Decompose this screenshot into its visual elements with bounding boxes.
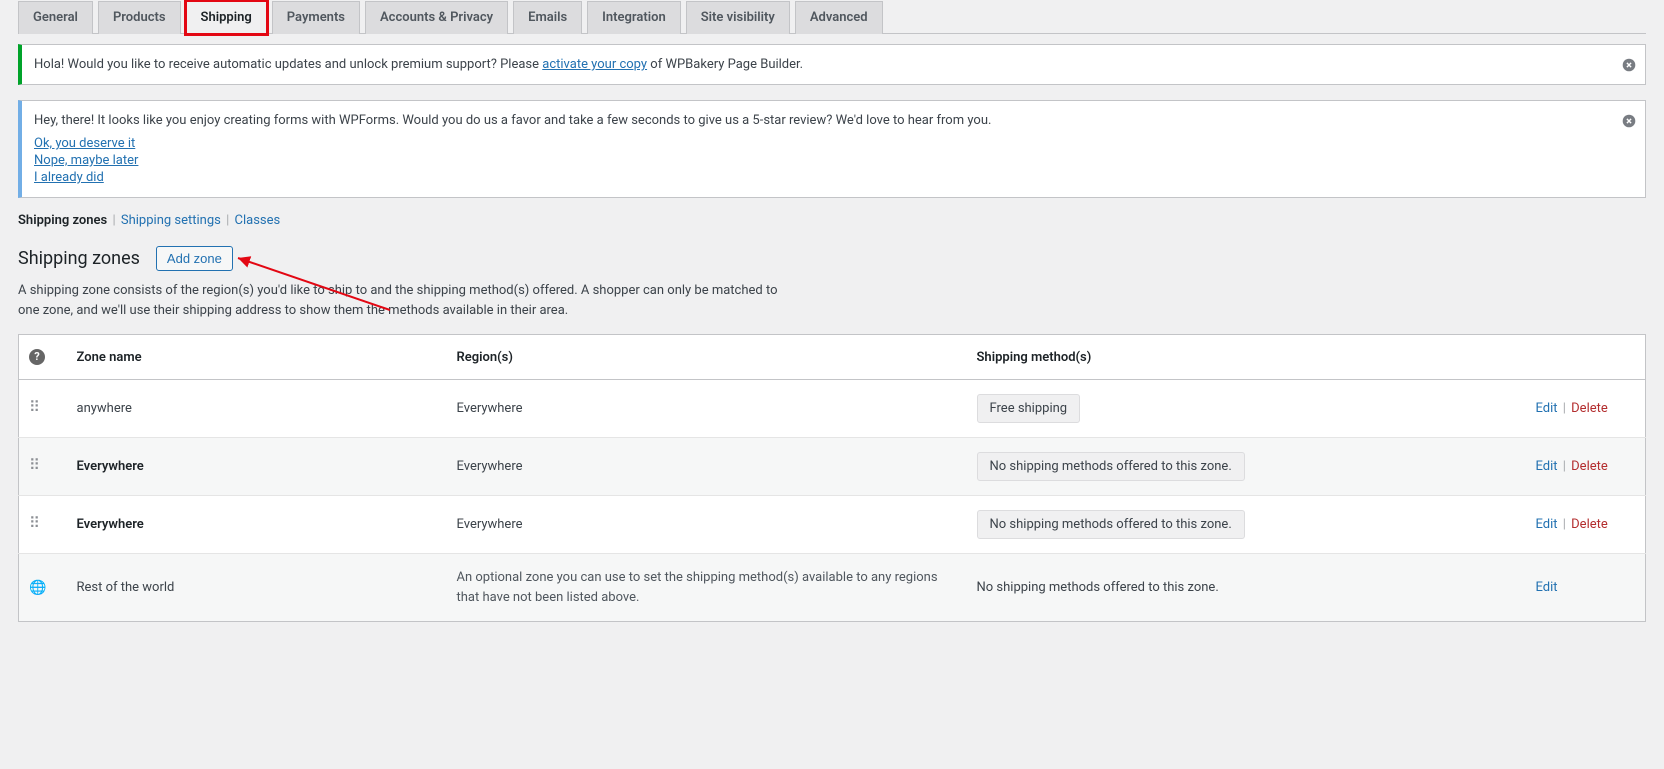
tab-accounts-privacy[interactable]: Accounts & Privacy	[365, 1, 508, 34]
delete-link[interactable]: Delete	[1571, 517, 1608, 532]
tab-integration[interactable]: Integration	[587, 1, 681, 34]
edit-link[interactable]: Edit	[1536, 459, 1558, 474]
sub-nav: Shipping zones | Shipping settings | Cla…	[18, 213, 1646, 228]
zone-name[interactable]: Everywhere	[77, 459, 144, 474]
zone-region: Everywhere	[447, 438, 967, 496]
zone-method: No shipping methods offered to this zone…	[967, 438, 1526, 496]
tab-payments[interactable]: Payments	[272, 1, 360, 34]
add-zone-button[interactable]: Add zone	[156, 246, 233, 271]
page-description: A shipping zone consists of the region(s…	[18, 281, 778, 320]
edit-link[interactable]: Edit	[1536, 580, 1558, 595]
subnav-settings[interactable]: Shipping settings	[121, 213, 221, 228]
tab-products[interactable]: Products	[98, 1, 181, 34]
settings-tabs: GeneralProductsShippingPaymentsAccounts …	[18, 0, 1646, 34]
page-title: Shipping zones	[18, 248, 140, 269]
zone-name[interactable]: anywhere	[77, 401, 132, 416]
table-row-rest: 🌐 Rest of the worldAn optional zone you c…	[19, 554, 1646, 622]
zone-name[interactable]: Rest of the world	[67, 554, 447, 622]
help-icon[interactable]: ?	[29, 349, 45, 365]
zone-region: Everywhere	[447, 380, 967, 438]
zone-method: No shipping methods offered to this zone…	[967, 554, 1526, 622]
col-zone-name: Zone name	[67, 335, 447, 380]
tab-general[interactable]: General	[18, 1, 93, 34]
zone-method: Free shipping	[967, 380, 1526, 438]
activate-link[interactable]: activate your copy	[542, 57, 647, 72]
tab-emails[interactable]: Emails	[513, 1, 582, 34]
subnav-classes[interactable]: Classes	[235, 213, 281, 228]
drag-handle-icon[interactable]: ⠿	[29, 519, 42, 528]
delete-link[interactable]: Delete	[1571, 459, 1608, 474]
zone-region: Everywhere	[447, 496, 967, 554]
subnav-zones[interactable]: Shipping zones	[18, 213, 107, 228]
review-link[interactable]: Nope, maybe later	[34, 153, 138, 168]
col-region: Region(s)	[447, 335, 967, 380]
close-icon[interactable]	[1619, 111, 1639, 131]
tab-shipping[interactable]: Shipping	[186, 1, 267, 34]
edit-link[interactable]: Edit	[1536, 401, 1558, 416]
notice-text: Hola! Would you like to receive automati…	[34, 57, 803, 72]
shipping-zones-table: ? Zone name Region(s) Shipping method(s)…	[18, 334, 1646, 622]
table-row: ⠿anywhereEverywhereFree shippingEdit | D…	[19, 380, 1646, 438]
close-icon[interactable]	[1619, 55, 1639, 75]
wpforms-notice: Hey, there! It looks like you enjoy crea…	[18, 100, 1646, 198]
notice-pre: Hola! Would you like to receive automati…	[34, 57, 542, 72]
delete-link[interactable]: Delete	[1571, 401, 1608, 416]
zone-method: No shipping methods offered to this zone…	[967, 496, 1526, 554]
drag-handle-icon[interactable]: ⠿	[29, 461, 42, 470]
col-method: Shipping method(s)	[967, 335, 1526, 380]
notice-post: of WPBakery Page Builder.	[647, 57, 803, 72]
edit-link[interactable]: Edit	[1536, 517, 1558, 532]
review-link[interactable]: I already did	[34, 170, 104, 185]
zone-name[interactable]: Everywhere	[77, 517, 144, 532]
notice-text: Hey, there! It looks like you enjoy crea…	[34, 113, 1607, 128]
table-row: ⠿EverywhereEverywhereNo shipping methods…	[19, 496, 1646, 554]
zone-region: An optional zone you can use to set the …	[447, 554, 967, 622]
wpbakery-notice: Hola! Would you like to receive automati…	[18, 44, 1646, 85]
tab-advanced[interactable]: Advanced	[795, 1, 883, 34]
table-row: ⠿EverywhereEverywhereNo shipping methods…	[19, 438, 1646, 496]
drag-handle-icon[interactable]: ⠿	[29, 403, 42, 412]
tab-site-visibility[interactable]: Site visibility	[686, 1, 790, 34]
globe-icon: 🌐	[29, 580, 46, 596]
review-link[interactable]: Ok, you deserve it	[34, 136, 135, 151]
